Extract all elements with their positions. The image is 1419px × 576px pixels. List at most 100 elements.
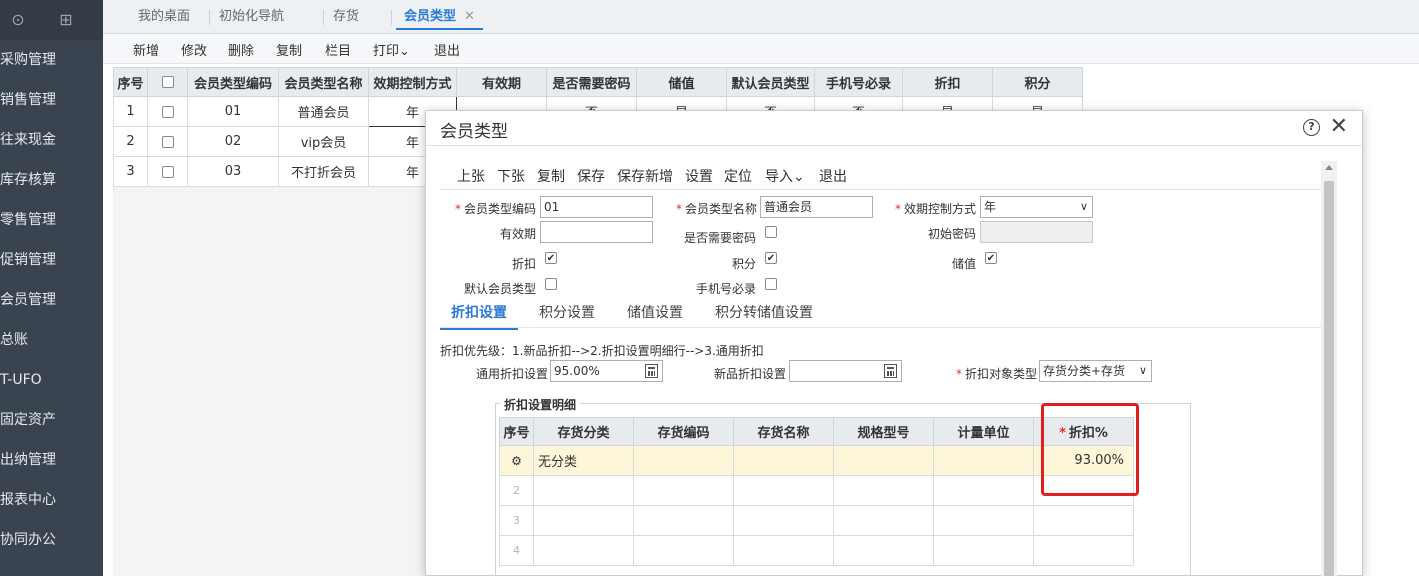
- tab-points-to-stored[interactable]: 积分转储值设置: [715, 302, 813, 322]
- cell[interactable]: [733, 505, 834, 536]
- cell[interactable]: [833, 535, 934, 566]
- cell[interactable]: [533, 535, 634, 566]
- table-row[interactable]: ⚙ 无分类 93.00%: [499, 445, 1134, 476]
- dialog-header: 会员类型 ? ✕: [426, 111, 1362, 146]
- tab-desktop[interactable]: 我的桌面: [138, 0, 190, 34]
- table-row[interactable]: 4: [499, 535, 1134, 566]
- cell[interactable]: [633, 475, 734, 506]
- cell[interactable]: [1033, 535, 1134, 566]
- sidebar-item-promo[interactable]: 促销管理: [0, 240, 103, 280]
- print-button[interactable]: 打印⌄: [373, 40, 410, 59]
- cell[interactable]: [733, 475, 834, 506]
- default-checkbox[interactable]: [545, 278, 557, 290]
- tab-points-settings[interactable]: 积分设置: [539, 302, 595, 322]
- sidebar-item-assets[interactable]: 固定资产: [0, 400, 103, 440]
- prev-button[interactable]: 上张: [457, 166, 485, 186]
- target-select[interactable]: 存货分类+存货 ∨: [1039, 360, 1152, 382]
- copy-button[interactable]: 复制: [276, 40, 302, 59]
- exit-button[interactable]: 退出: [819, 166, 847, 186]
- sidebar-item-cash[interactable]: 往来现金: [0, 120, 103, 160]
- cell-category[interactable]: 无分类: [533, 445, 634, 476]
- tab-inventory[interactable]: 存货: [333, 0, 359, 34]
- sidebar-item-purchase[interactable]: 采购管理: [0, 40, 103, 80]
- cell-select[interactable]: [147, 126, 188, 157]
- calculator-icon[interactable]: [884, 364, 897, 378]
- locate-button[interactable]: 定位: [724, 166, 752, 186]
- discount-checkbox[interactable]: [545, 252, 557, 264]
- cell[interactable]: [733, 445, 834, 476]
- pwd-checkbox[interactable]: [765, 226, 777, 238]
- cell[interactable]: [933, 445, 1034, 476]
- calculator-icon[interactable]: [645, 364, 658, 378]
- row-settings-icon[interactable]: ⚙: [499, 445, 534, 476]
- stored-checkbox[interactable]: [985, 252, 997, 264]
- sidebar-item-retail[interactable]: 零售管理: [0, 200, 103, 240]
- edit-button[interactable]: 修改: [181, 40, 207, 59]
- cell[interactable]: [833, 475, 934, 506]
- close-icon[interactable]: ✕: [464, 9, 475, 24]
- row-checkbox[interactable]: [161, 105, 174, 118]
- cell-index: 3: [113, 156, 148, 187]
- sidebar-item-sales[interactable]: 销售管理: [0, 80, 103, 120]
- cell[interactable]: [933, 505, 1034, 536]
- tab-discount-settings[interactable]: 折扣设置: [440, 302, 518, 330]
- row-checkbox[interactable]: [161, 135, 174, 148]
- sidebar-item-collab[interactable]: 协同办公: [0, 520, 103, 560]
- dialog-scrollbar[interactable]: [1321, 161, 1337, 576]
- save-new-button[interactable]: 保存新增: [617, 166, 673, 186]
- copy-button[interactable]: 复制: [537, 166, 565, 186]
- code-field[interactable]: 01: [540, 196, 653, 218]
- sidebar-item-cashier[interactable]: 出纳管理: [0, 440, 103, 480]
- general-discount-field[interactable]: 95.00%: [550, 360, 663, 382]
- sidebar-item-ledger[interactable]: 总账: [0, 320, 103, 360]
- sidebar-item-tufo[interactable]: T-UFO: [0, 360, 103, 400]
- target-label: * 折扣对象类型: [956, 367, 1038, 381]
- cell[interactable]: [633, 445, 734, 476]
- cell[interactable]: [633, 535, 734, 566]
- cell[interactable]: [633, 505, 734, 536]
- print-label: 打印: [373, 44, 400, 59]
- scroll-thumb[interactable]: [1324, 181, 1334, 576]
- scroll-up-icon[interactable]: [1325, 165, 1333, 170]
- name-field[interactable]: 普通会员: [760, 196, 873, 218]
- cell[interactable]: [1033, 505, 1134, 536]
- cell[interactable]: [933, 535, 1034, 566]
- row-checkbox[interactable]: [161, 165, 174, 178]
- col-header-select[interactable]: [147, 67, 188, 97]
- tab-stored-settings[interactable]: 储值设置: [627, 302, 683, 322]
- help-icon[interactable]: ?: [1303, 119, 1320, 136]
- new-discount-field[interactable]: [789, 360, 902, 382]
- ctrl-select[interactable]: 年 ∨: [980, 196, 1093, 218]
- import-button[interactable]: 导入⌄: [765, 166, 805, 186]
- cell[interactable]: [533, 505, 634, 536]
- valid-field[interactable]: [540, 221, 653, 243]
- points-label: 积分: [732, 257, 757, 271]
- save-button[interactable]: 保存: [577, 166, 605, 186]
- cell[interactable]: [933, 475, 1034, 506]
- delete-button[interactable]: 删除: [228, 40, 254, 59]
- search-icon[interactable]: ⊙: [8, 10, 28, 30]
- add-button[interactable]: 新增: [133, 40, 159, 59]
- cell-select[interactable]: [147, 156, 188, 187]
- cell[interactable]: [833, 445, 934, 476]
- points-checkbox[interactable]: [765, 252, 777, 264]
- cell[interactable]: [533, 475, 634, 506]
- settings-button[interactable]: 设置: [685, 166, 713, 186]
- columns-button[interactable]: 栏目: [325, 40, 351, 59]
- exit-button[interactable]: 退出: [434, 40, 460, 59]
- cell[interactable]: [733, 535, 834, 566]
- tab-member-type[interactable]: 会员类型 ✕: [396, 0, 483, 30]
- tab-init-nav[interactable]: 初始化导航: [219, 0, 284, 34]
- sidebar-item-member[interactable]: 会员管理: [0, 280, 103, 320]
- add-icon[interactable]: ⊞: [56, 10, 76, 30]
- cell[interactable]: [833, 505, 934, 536]
- close-icon[interactable]: ✕: [1330, 114, 1348, 139]
- phone-checkbox[interactable]: [765, 278, 777, 290]
- next-button[interactable]: 下张: [497, 166, 525, 186]
- select-all-checkbox[interactable]: [161, 76, 174, 88]
- table-row[interactable]: 2: [499, 475, 1134, 506]
- sidebar-item-reports[interactable]: 报表中心: [0, 480, 103, 520]
- cell-select[interactable]: [147, 96, 188, 127]
- table-row[interactable]: 3: [499, 505, 1134, 536]
- sidebar-item-inventory[interactable]: 库存核算: [0, 160, 103, 200]
